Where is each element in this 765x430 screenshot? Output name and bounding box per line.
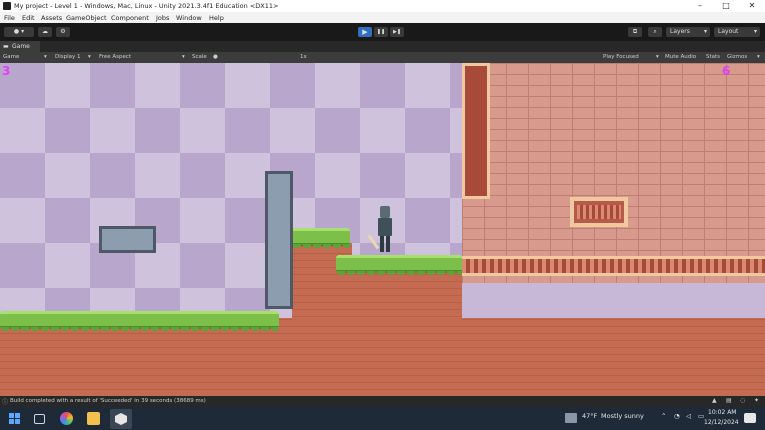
windows-taskbar: 47°F Mostly sunny ⌃ ◔ ◁ ▭ 10:02 AM 12/12…: [0, 407, 765, 430]
clock-date[interactable]: 12/12/2024: [704, 419, 739, 426]
progress-icon[interactable]: ◌: [740, 397, 745, 404]
cloud-icon: ☁: [42, 28, 48, 35]
close-button[interactable]: ✕: [739, 0, 765, 12]
search-icon: ⌕: [653, 28, 657, 35]
chevron-down-icon: ▾: [703, 28, 707, 35]
scale-label: Scale: [192, 54, 207, 60]
scale-value: 1x: [300, 54, 307, 60]
task-view-icon[interactable]: [34, 414, 45, 424]
tab-strip: ▬ Game: [0, 41, 765, 52]
unity-logo-icon: [3, 2, 11, 10]
clock-time[interactable]: 10:02 AM: [708, 409, 736, 416]
network-icon[interactable]: ◔: [674, 412, 680, 420]
layout-dropdown[interactable]: Layout ▾: [714, 27, 760, 37]
game-mode-dropdown[interactable]: Game: [3, 54, 19, 60]
aspect-dropdown[interactable]: Free Aspect: [99, 54, 131, 60]
history-icon: ⧉: [632, 28, 638, 35]
knight-leg-left: [380, 236, 384, 252]
menu-help[interactable]: Help: [209, 14, 224, 22]
menu-window[interactable]: Window: [176, 14, 202, 22]
knight-armor: [378, 218, 392, 236]
maximize-button[interactable]: □: [713, 0, 739, 12]
chevron-down-icon: ▾: [88, 54, 91, 60]
account-icon: ● ▾: [13, 28, 25, 35]
grass-platform-left: [0, 311, 279, 332]
game-controller-icon: ▬: [3, 43, 9, 50]
brick-window: [570, 197, 628, 227]
game-view-toolbar: Game ▾ Display 1 ▾ Free Aspect ▾ Scale ●…: [0, 52, 765, 63]
grass-platform-upper: [292, 228, 350, 249]
mute-audio-toggle[interactable]: Mute Audio: [665, 54, 696, 60]
unity-icon: [115, 413, 127, 425]
weather-description[interactable]: Mostly sunny: [601, 412, 644, 420]
main-toolbar: ● ▾ ☁ ⚙ ▶ ❚❚ ▶❚ ⧉ ⌕ Layers ▾ Layout ▾: [0, 23, 765, 41]
game-view[interactable]: 3 6: [0, 63, 765, 396]
account-button[interactable]: ● ▾: [4, 27, 34, 37]
pause-button[interactable]: ❚❚: [374, 27, 388, 37]
weather-temperature[interactable]: 47°F: [582, 412, 597, 420]
tab-game-label: Game: [12, 43, 30, 50]
copilot-icon[interactable]: [60, 412, 73, 425]
layers-visibility-button[interactable]: ⧉: [628, 27, 642, 37]
console-icon[interactable]: ▤: [726, 397, 732, 404]
knight-helmet: [380, 206, 390, 218]
display-dropdown[interactable]: Display 1: [55, 54, 81, 60]
right-corner-marker: 6: [722, 64, 731, 78]
menu-gameobject[interactable]: GameObject: [66, 14, 107, 22]
menu-component[interactable]: Component: [111, 14, 149, 22]
warning-icon[interactable]: ▲: [712, 397, 717, 404]
chevron-down-icon: ▾: [757, 54, 760, 60]
menu-assets[interactable]: Assets: [41, 14, 62, 22]
chevron-down-icon: ▾: [753, 28, 757, 35]
brick-wall-background: [462, 63, 765, 283]
layout-label: Layout: [718, 28, 739, 35]
dirt-step: [336, 268, 462, 323]
gizmos-dropdown[interactable]: Gizmos: [727, 54, 747, 60]
left-corner-marker: 3: [2, 64, 11, 78]
search-button[interactable]: ⌕: [648, 27, 662, 37]
file-explorer-icon[interactable]: [87, 412, 100, 425]
weather-icon[interactable]: [565, 413, 577, 423]
chevron-down-icon: ▾: [182, 54, 185, 60]
unity-taskbar-button[interactable]: [110, 409, 132, 429]
stats-toggle[interactable]: Stats: [706, 54, 720, 60]
brick-pillar: [462, 63, 490, 199]
status-message[interactable]: Build completed with a result of 'Succee…: [10, 398, 206, 404]
chevron-down-icon: ▾: [656, 54, 659, 60]
menu-file[interactable]: File: [4, 14, 15, 22]
debug-icon[interactable]: ✦: [754, 397, 759, 404]
play-focused-dropdown[interactable]: Play Focused: [603, 54, 639, 60]
tab-game[interactable]: ▬ Game: [0, 41, 40, 52]
collab-icon: ⚙: [60, 28, 66, 35]
window-title: My project - Level 1 - Windows, Mac, Lin…: [14, 2, 279, 10]
player-knight: [367, 206, 398, 254]
cloud-button[interactable]: ☁: [38, 27, 52, 37]
layers-dropdown[interactable]: Layers ▾: [666, 27, 710, 37]
notification-icon[interactable]: [744, 413, 756, 423]
volume-icon[interactable]: ◁: [686, 412, 691, 420]
collab-button[interactable]: ⚙: [56, 27, 70, 37]
windows-start-icon[interactable]: [8, 412, 21, 425]
layers-label: Layers: [670, 28, 690, 35]
window-title-bar: My project - Level 1 - Windows, Mac, Lin…: [0, 0, 765, 12]
grass-platform-middle: [336, 255, 462, 276]
chevron-down-icon: ▾: [44, 54, 47, 60]
tray-chevron-up-icon[interactable]: ⌃: [661, 412, 666, 420]
metal-platform: [99, 226, 156, 253]
minimize-button[interactable]: –: [687, 0, 713, 12]
info-icon: ⓘ: [2, 399, 9, 406]
knight-leg-right: [386, 236, 390, 252]
menu-jobs[interactable]: Jobs: [156, 14, 169, 22]
step-button[interactable]: ▶❚: [390, 27, 404, 37]
scale-slider-handle[interactable]: ●: [213, 54, 218, 60]
metal-pillar: [265, 171, 293, 309]
play-button[interactable]: ▶: [358, 27, 372, 37]
brick-ledge: [462, 256, 765, 276]
menu-edit[interactable]: Edit: [22, 14, 35, 22]
status-bar: ⓘ Build completed with a result of 'Succ…: [0, 396, 765, 407]
menu-bar: File Edit Assets GameObject Component Jo…: [0, 12, 765, 23]
